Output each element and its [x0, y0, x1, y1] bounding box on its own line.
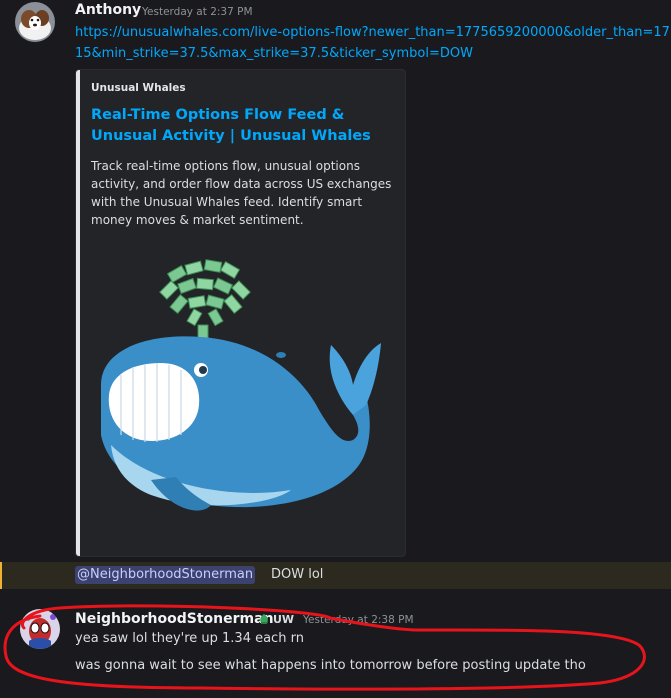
role-tag-label: UW — [273, 612, 295, 626]
link-embed: Unusual Whales Real-Time Options Flow Fe… — [75, 69, 406, 557]
whale-money-illustration[interactable] — [91, 255, 381, 540]
message-neighborhoodstonerman: NeighborhoodStonerman Yesterday at 2:38 … — [0, 598, 671, 698]
message-link[interactable]: https://unusualwhales.com/live-options-f… — [75, 22, 671, 43]
spiderman-avatar-icon[interactable] — [20, 609, 60, 649]
chat-channel: Anthony Yesterday at 2:37 PM https://unu… — [0, 0, 671, 698]
money-bills-icon — [159, 259, 251, 340]
mention-highlight-bar — [0, 562, 2, 589]
embed-title[interactable]: Real-Time Options Flow Feed & Unusual Ac… — [91, 105, 391, 147]
embed-accent-bar — [76, 70, 80, 556]
message-anthony: Anthony Yesterday at 2:37 PM https://unu… — [0, 0, 671, 560]
embed-provider[interactable]: Unusual Whales — [91, 82, 186, 94]
message-link-continued[interactable]: 15&min_strike=37.5&max_strike=37.5&ticke… — [75, 43, 473, 64]
message-text-line: yea saw lol they're up 1.34 each rn — [75, 631, 304, 646]
username[interactable]: NeighborhoodStonerman — [75, 611, 274, 627]
mention-message-text: DOW lol — [271, 567, 324, 582]
user-mention[interactable]: @NeighborhoodStonerman — [75, 566, 256, 584]
dog-avatar-icon[interactable] — [15, 2, 55, 42]
mention-message[interactable]: @NeighborhoodStonerman DOW lol — [0, 562, 671, 589]
whale-role-icon — [260, 614, 268, 624]
timestamp[interactable]: Yesterday at 2:37 PM — [142, 6, 253, 18]
message-text-line: was gonna wait to see what happens into … — [75, 658, 586, 673]
whale-icon — [101, 336, 381, 511]
role-tag[interactable]: UW — [258, 611, 294, 627]
embed-description: Track real-time options flow, unusual op… — [91, 159, 392, 227]
username[interactable]: Anthony — [75, 2, 141, 18]
timestamp[interactable]: Yesterday at 2:38 PM — [303, 614, 414, 626]
